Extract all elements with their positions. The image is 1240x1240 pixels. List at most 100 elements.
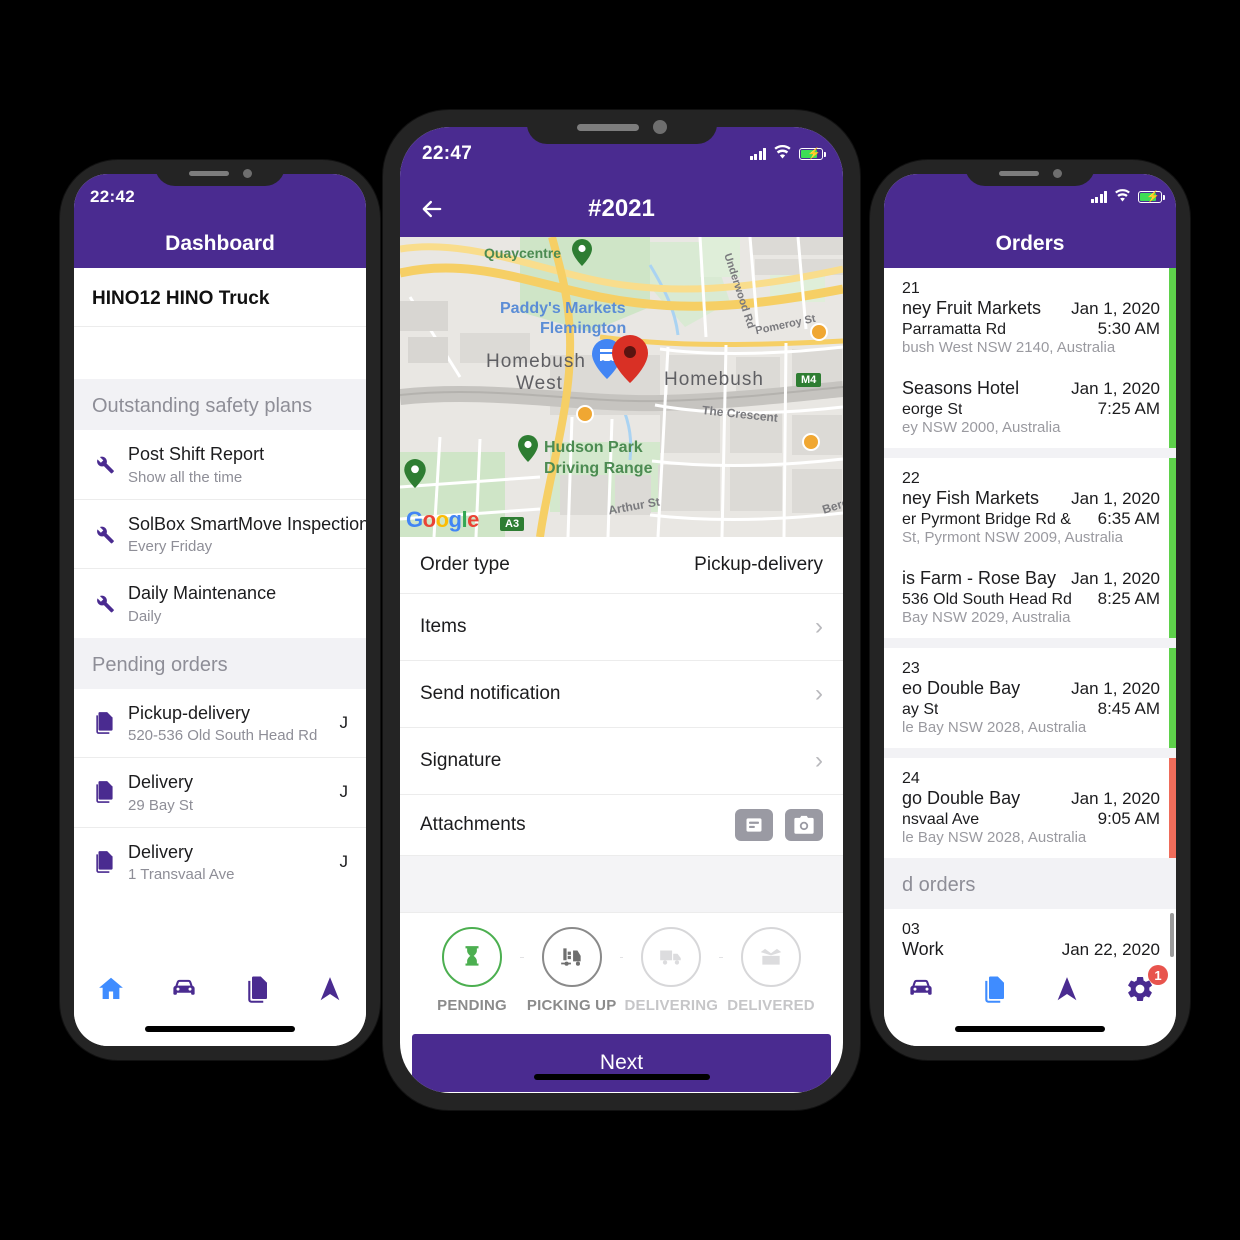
detail-row-order-type[interactable]: Order type Pickup-delivery [400,537,843,594]
scrollbar[interactable] [1170,913,1174,957]
next-button[interactable]: Next [412,1034,831,1092]
screenshot-stage: 22:42 Dashboard HINO12 HINO Truck Outsta… [0,0,1240,1240]
signal-icon [749,148,766,160]
list-item-text: Pickup-delivery 520-536 Old South Head R… [128,702,332,745]
order-id: 03 [902,921,920,938]
stop-time: 6:35 AM [1097,509,1160,528]
sidebar-item-home[interactable] [74,974,147,1009]
list-item[interactable]: Daily Maintenance Daily [74,569,366,638]
document-icon[interactable] [735,809,773,841]
status-indicators: ⚡ [749,143,826,165]
step-delivering[interactable]: DELIVERING [623,927,719,1014]
sidebar-item-navigate[interactable] [1030,974,1103,1009]
google-logo: Google [406,507,479,532]
stepper-steps: PENDING PICKING UP DELIVERING DELIVERED [416,927,827,1014]
map-label: Hudson Park [544,439,643,456]
safety-plan-schedule: Show all the time [128,468,243,486]
detail-row-attachments[interactable]: Attachments [400,795,843,856]
list-item[interactable]: Post Shift Report Show all the time [74,430,366,500]
stop-date: Jan 1, 2020 [1071,379,1160,398]
step-label: PENDING [437,997,507,1014]
list-item[interactable]: Delivery 1 Transvaal Ave J [74,828,366,897]
documents-icon [92,779,128,805]
earpiece-speaker [188,170,229,176]
map-label: Quaycentre [484,245,562,261]
home-icon [96,974,126,1009]
battery-charging-icon: ⚡ [799,148,826,160]
order-id: 24 [902,770,920,787]
safety-plan-name: Post Shift Report [128,444,265,464]
tab-bar-right: 1 [884,960,1176,1046]
order-address: 29 Bay St [128,796,194,814]
stop-name: go Double Bay [902,788,1021,808]
back-arrow-icon[interactable] [418,195,446,223]
status-time: 22:47 [422,143,473,164]
stop-name: ney Fish Markets [902,488,1040,508]
wrench-icon [92,522,128,546]
step-picking-up[interactable]: PICKING UP [524,927,620,1014]
sidebar-item-navigate[interactable] [293,974,366,1009]
section-completed-orders: d orders [884,858,1176,909]
detail-row-items[interactable]: Items › [400,594,843,661]
forklift-icon [541,927,602,987]
order-address: 1 Transvaal Ave [128,866,235,883]
stop-address-line1: er Pyrmont Bridge Rd & [902,511,1071,528]
list-item[interactable]: SolBox SmartMove Inspection Every Friday [74,500,366,569]
screen-center: 22:47 ⚡ #2021 Quaycentre Paddy's Markets… [400,127,843,1093]
detail-row-signature[interactable]: Signature › [400,728,843,795]
open-box-icon [741,927,802,987]
vehicle-card[interactable]: HINO12 HINO Truck [74,268,366,379]
stop-name: eo Double Bay [902,678,1021,698]
front-camera [1052,168,1062,178]
list-divider [884,748,1176,758]
navigation-arrow-icon [1052,974,1082,1009]
sidebar-item-settings[interactable]: 1 [1103,965,1176,1009]
stop-address-line1: ay St [902,701,939,718]
stop-time: 7:25 AM [1097,399,1160,418]
screen-left: 22:42 Dashboard HINO12 HINO Truck Outsta… [74,174,366,1046]
wrench-icon [92,591,128,615]
sidebar-item-vehicle[interactable] [884,974,957,1009]
screen-right: ⚡ Orders 21 ney Fruit Markets Jan 1, 2020… [884,174,1176,1046]
transit-station-icon [810,323,828,341]
list-item[interactable]: Pickup-delivery 520-536 Old South Head R… [74,689,366,758]
stop-address-line2: St, Pyrmont NSW 2009, Australia [902,529,1123,546]
order-group[interactable]: 22 ney Fish Markets Jan 1, 2020 er Pyrmon… [884,458,1176,638]
map-route-shield-m4: M4 [796,373,822,387]
stop-address-line2: ey NSW 2000, Australia [902,419,1061,436]
home-indicator [955,1026,1105,1032]
safety-plan-schedule: Daily [128,607,162,625]
stop-time: 8:45 AM [1097,699,1160,718]
map-label: Driving Range [544,460,653,477]
stop-address-line2: bush West NSW 2140, Australia [902,339,1116,356]
stop-date: Jan 1, 2020 [1071,679,1160,698]
order-map[interactable]: Quaycentre Paddy's Markets Flemington Ho… [400,237,843,537]
order-group[interactable]: 23 eo Double Bay Jan 1, 2020 ay St 8:45 AM… [884,648,1176,748]
status-badge [1169,458,1176,638]
vehicle-name: HINO12 HINO Truck [74,268,366,327]
stop-name: Seasons Hotel [902,378,1020,398]
detail-row-send-notification[interactable]: Send notification › [400,661,843,728]
page-title: Dashboard [165,232,275,255]
notch-left [155,160,285,186]
car-icon [906,974,936,1009]
order-address: 520-536 Old South Head Rd [128,727,318,744]
sidebar-item-orders[interactable] [957,974,1030,1009]
list-item[interactable]: Delivery 29 Bay St J [74,758,366,828]
sidebar-item-orders[interactable] [220,974,293,1009]
transit-station-icon [576,405,594,423]
order-group[interactable]: 24 go Double Bay Jan 1, 2020 nsvaal Ave 9:… [884,758,1176,858]
step-pending[interactable]: PENDING [424,927,520,1014]
camera-icon[interactable] [785,809,823,841]
stop-address-line1: eorge St [902,401,963,418]
step-label: PICKING UP [526,997,617,1014]
page-title: Orders [995,232,1065,255]
safety-plan-schedule: Every Friday [128,538,213,555]
step-delivered[interactable]: DELIVERED [723,927,819,1014]
order-date: J [339,851,349,871]
transit-station-icon [802,433,820,451]
detail-label: Attachments [420,814,526,835]
order-group[interactable]: 21 ney Fruit Markets Jan 1, 2020 Parramat… [884,268,1176,448]
notch-center [526,110,717,144]
sidebar-item-vehicle[interactable] [147,974,220,1009]
